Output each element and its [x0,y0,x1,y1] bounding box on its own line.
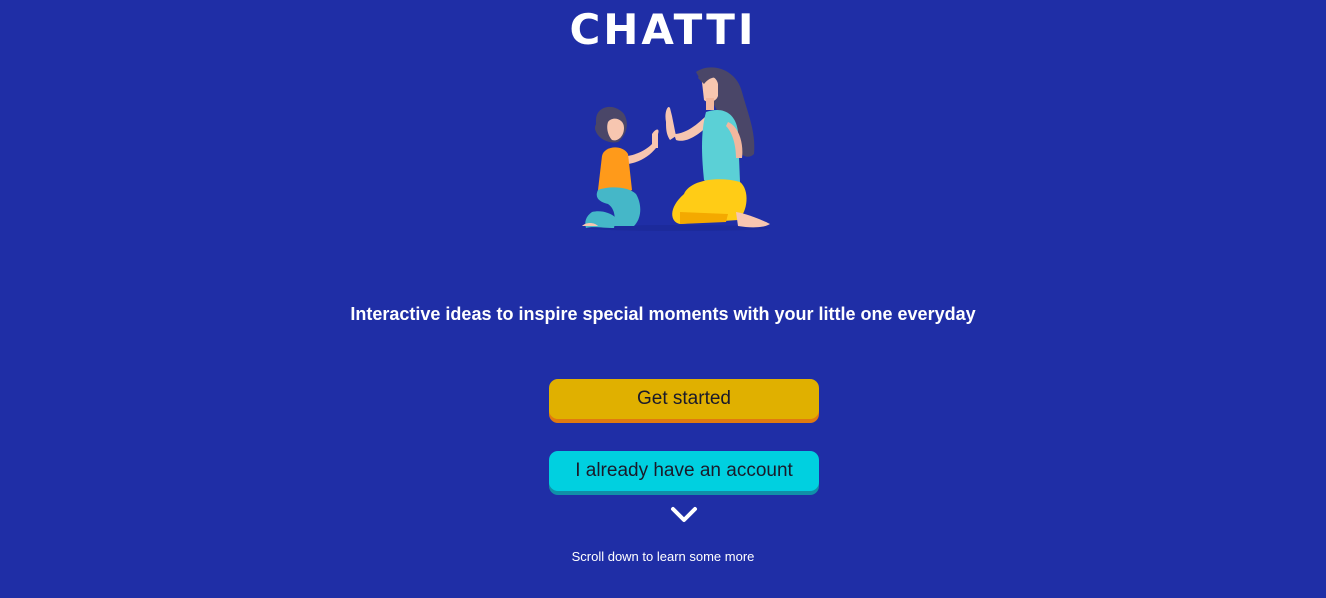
chevron-down-icon[interactable] [669,504,699,526]
get-started-button[interactable]: Get started [549,379,819,419]
mother-child-high-five-illustration [582,67,770,231]
login-button[interactable]: I already have an account [549,451,819,491]
app-logo: CHATTI [569,5,757,54]
tagline: Interactive ideas to inspire special mom… [350,304,976,324]
scroll-hint: Scroll down to learn some more [571,549,755,564]
